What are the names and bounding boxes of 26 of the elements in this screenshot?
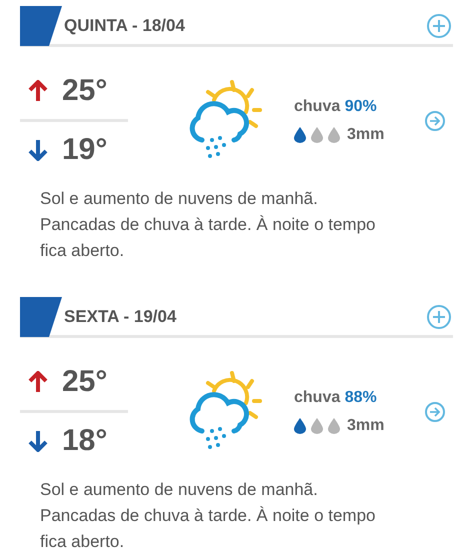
arrow-up-icon	[28, 371, 48, 393]
min-temperature: 19°	[62, 135, 108, 165]
plus-icon	[432, 18, 446, 32]
min-temperature: 18°	[62, 426, 108, 456]
arrow-up-icon	[28, 80, 48, 102]
header-tab-icon	[20, 296, 62, 336]
rain-chance: chuva 90%	[294, 96, 378, 116]
expand-button[interactable]	[427, 304, 451, 328]
day-title: QUINTA - 18/04	[64, 14, 185, 37]
day-title: SEXTA - 19/04	[64, 306, 176, 328]
rain-amount: 3mm	[347, 124, 384, 144]
arrow-down-icon	[28, 139, 48, 161]
details-button[interactable]	[425, 110, 445, 130]
arrow-down-icon	[28, 430, 48, 452]
forecast-description: Sol e aumento de nuvens de manhã. Pancadas de chuva à tarde. À noite o tempo fica aberto.	[40, 188, 377, 262]
header-tab-icon	[20, 6, 62, 46]
rain-chance: chuva 88%	[294, 388, 378, 408]
details-button[interactable]	[425, 402, 445, 422]
max-temperature: 25°	[62, 76, 108, 106]
expand-button[interactable]	[427, 14, 451, 38]
plus-icon	[432, 310, 446, 324]
forecast-description: Sol e aumento de nuvens de manhã. Pancadas de chuva à tarde. À noite o tempo fica aberto.	[40, 479, 377, 551]
max-temperature: 25°	[62, 367, 108, 397]
arrow-right-icon	[429, 114, 441, 126]
arrow-right-icon	[429, 406, 441, 418]
rain-amount: 3mm	[347, 416, 384, 436]
